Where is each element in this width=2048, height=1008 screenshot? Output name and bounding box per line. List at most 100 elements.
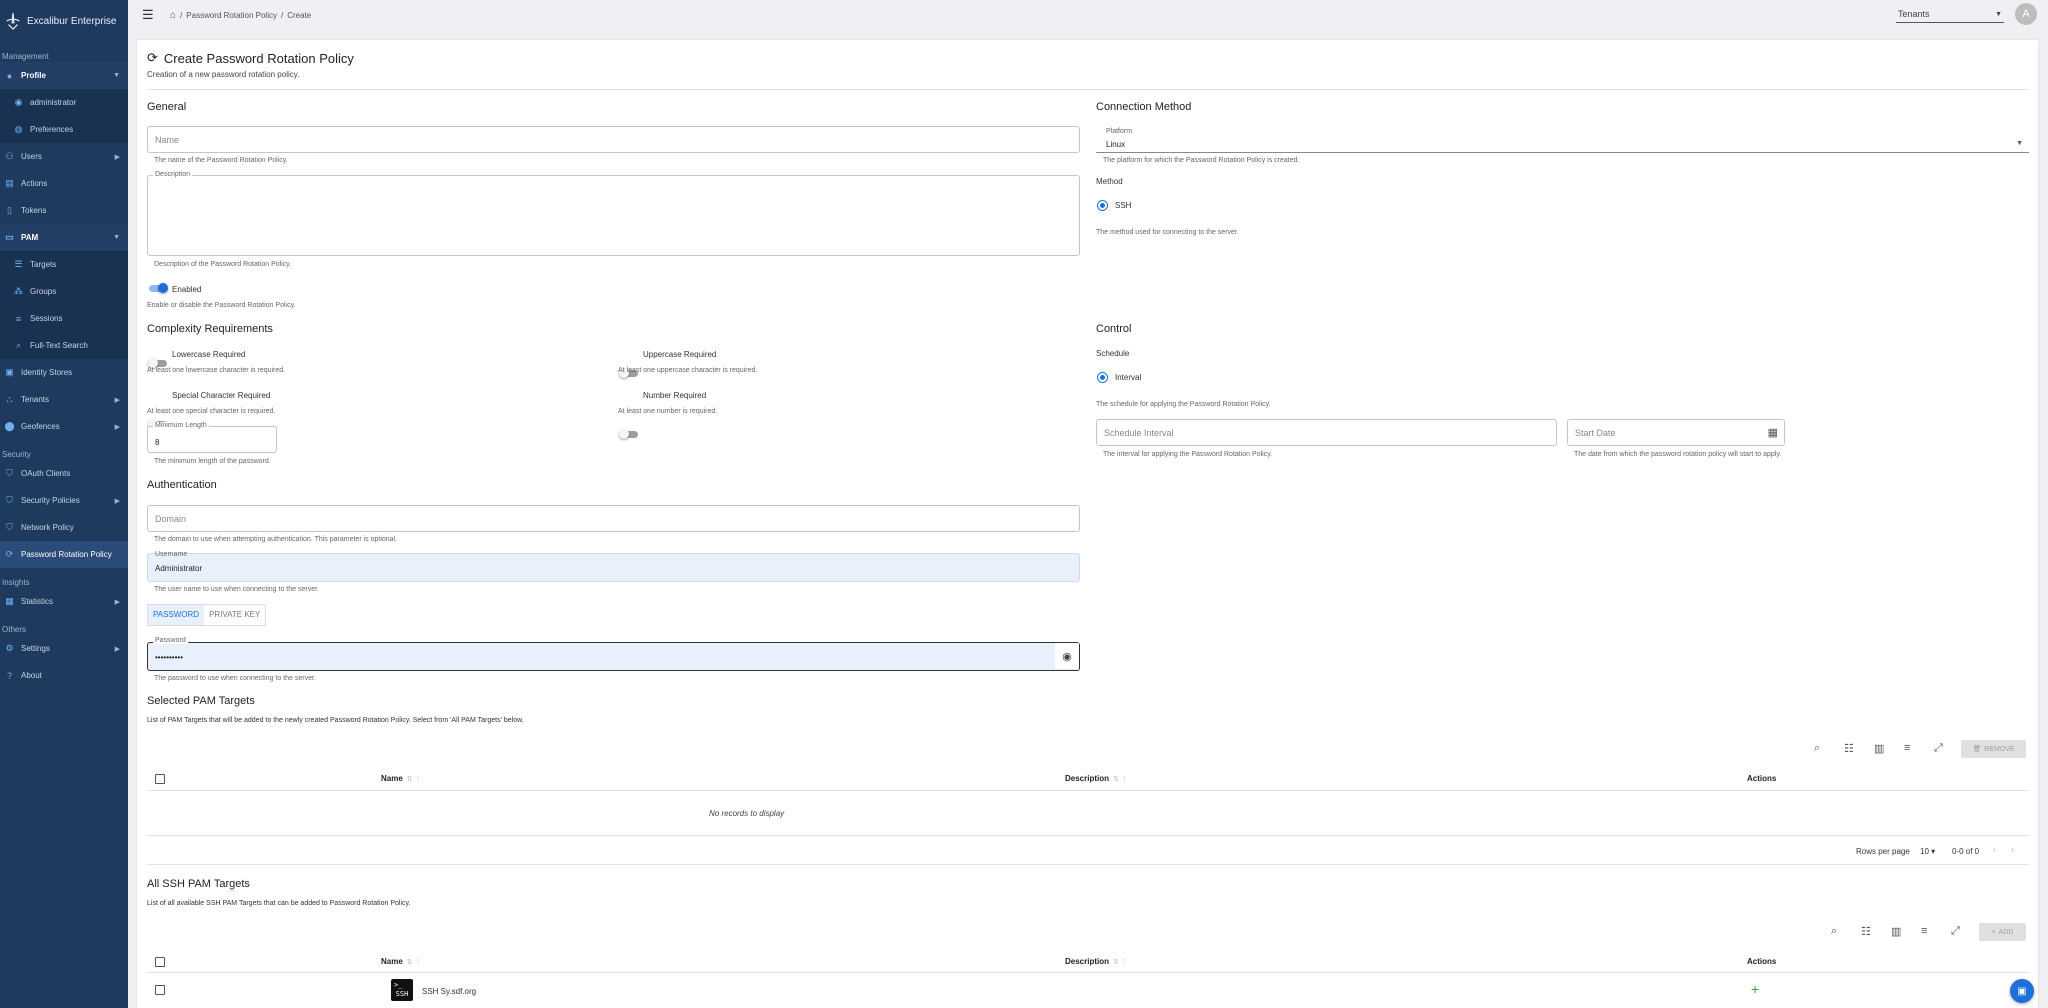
add-row-icon[interactable]: + <box>1751 981 1759 997</box>
description-textarea[interactable]: Description <box>147 171 1080 256</box>
menu-icon[interactable]: ☰ <box>142 7 154 23</box>
sidebar-item-tokens[interactable]: ▯ Tokens <box>0 197 128 224</box>
filter-icon[interactable]: ☷ <box>1861 925 1871 938</box>
password-input[interactable]: Password •••••••••• ◉ <box>147 637 1080 671</box>
sidebar-item-settings[interactable]: ⚙ Settings ▶ <box>0 635 128 662</box>
tab-private-key[interactable]: PRIVATE KEY <box>204 605 265 625</box>
shield-icon: ⛉ <box>6 495 13 505</box>
schedule-interval-input[interactable]: Schedule Interval <box>1096 419 1557 446</box>
search-icon[interactable]: ⌕ <box>1831 925 1837 938</box>
enabled-helper: Enable or disable the Password Rotation … <box>147 302 296 309</box>
column-description[interactable]: Description ⇅ ⋮ <box>1065 957 1128 966</box>
method-ssh-radio[interactable] <box>1097 200 1108 211</box>
row-checkbox[interactable] <box>155 985 165 995</box>
density-icon[interactable]: ≡ <box>1921 925 1927 937</box>
lowercase-label: Lowercase Required <box>172 350 246 359</box>
next-page-icon[interactable]: › <box>2011 845 2014 854</box>
fullscreen-icon[interactable]: ⤢ <box>1951 925 1960 938</box>
section-others: Others <box>2 625 27 634</box>
sort-icon[interactable]: ⇅ ⋮ <box>1113 958 1128 966</box>
user-icon: ◉ <box>14 97 23 107</box>
select-all-checkbox[interactable] <box>155 957 165 967</box>
sidebar-item-pam[interactable]: ▭ PAM ▼ <box>0 224 128 251</box>
sidebar-item-full-text-search[interactable]: ⌕ Full-Text Search <box>0 332 128 359</box>
chevron-right-icon: ▶ <box>114 645 120 653</box>
sort-icon[interactable]: ⇅ ⋮ <box>1113 775 1128 783</box>
rows-per-page-select[interactable]: 10 ▾ <box>1920 847 1935 856</box>
brand[interactable]: Excalibur Enterprise <box>0 0 128 42</box>
tab-password[interactable]: PASSWORD <box>148 605 205 625</box>
sidebar-item-profile[interactable]: ● Profile ▼ <box>0 62 128 89</box>
sidebar-item-geofences[interactable]: ⬤ Geofences ▶ <box>0 413 128 440</box>
save-fab-button[interactable]: ▣ <box>2010 979 2034 1003</box>
sidebar-item-groups[interactable]: ⁂ Groups <box>0 278 128 305</box>
sort-icon[interactable]: ⇅ ⋮ <box>407 775 422 783</box>
platform-helper: The platform for which the Password Rota… <box>1103 157 1300 164</box>
uppercase-helper: At least one uppercase character is requ… <box>618 367 758 374</box>
sort-icon[interactable]: ⇅ ⋮ <box>407 958 422 966</box>
username-helper: The user name to use when connecting to … <box>154 586 319 593</box>
sidebar-item-oauth-clients[interactable]: ⛉ OAuth Clients <box>0 460 128 487</box>
add-button[interactable]: + ADD <box>1979 923 2026 941</box>
column-description[interactable]: Description ⇅ ⋮ <box>1065 774 1128 783</box>
auth-heading: Authentication <box>147 479 217 491</box>
auth-tabs: PASSWORD PRIVATE KEY <box>147 604 267 626</box>
avatar[interactable]: A <box>2015 3 2037 25</box>
pagination-range: 0-0 of 0 <box>1952 847 1980 856</box>
domain-input[interactable]: Domain <box>147 505 1080 532</box>
sidebar-item-administrator[interactable]: ◉ administrator <box>0 89 128 116</box>
column-name[interactable]: Name ⇅ ⋮ <box>381 957 422 966</box>
sidebar-item-preferences[interactable]: ◍ Preferences <box>0 116 128 143</box>
control-heading: Control <box>1096 323 1132 335</box>
rotation-icon: ⟳ <box>5 549 14 559</box>
search-text-icon: ⌕ <box>15 340 22 350</box>
sidebar-item-users[interactable]: ⚇ Users ▶ <box>0 143 128 170</box>
sidebar-item-tenants[interactable]: ⛬ Tenants ▶ <box>0 386 128 413</box>
schedule-label: Schedule <box>1096 349 1130 358</box>
column-name[interactable]: Name ⇅ ⋮ <box>381 774 422 783</box>
density-icon[interactable]: ≡ <box>1904 742 1910 754</box>
fullscreen-icon[interactable]: ⤢ <box>1934 742 1943 755</box>
sidebar-item-about[interactable]: ? About <box>0 662 128 689</box>
group-icon: ⁂ <box>14 286 23 296</box>
sidebar: Excalibur Enterprise Management ● Profile… <box>0 0 128 1008</box>
platform-select[interactable]: Platform Linux ▼ <box>1096 126 2029 153</box>
breadcrumb-policy[interactable]: Password Rotation Policy <box>186 11 277 20</box>
sidebar-item-identity-stores[interactable]: ▣ Identity Stores <box>0 359 128 386</box>
sidebar-item-targets[interactable]: ☰ Targets <box>0 251 128 278</box>
min-length-input[interactable]: Minimum Length 8 <box>147 422 277 453</box>
table-row[interactable]: >_ SSH SSH Sy.sdf.org + <box>147 973 2029 1008</box>
special-label: Special Character Required <box>172 391 271 400</box>
name-input[interactable]: Name <box>147 126 1080 153</box>
remove-button[interactable]: 🗑 REMOVE <box>1961 740 2026 758</box>
home-icon[interactable]: ⌂ <box>170 10 176 21</box>
sidebar-item-network-policy[interactable]: ⛉ Network Policy <box>0 514 128 541</box>
columns-icon[interactable]: ▥ <box>1874 742 1884 755</box>
calendar-icon[interactable]: ▦ <box>1768 426 1778 439</box>
enabled-toggle[interactable] <box>148 283 168 293</box>
search-icon[interactable]: ⌕ <box>1814 742 1820 755</box>
sidebar-item-statistics[interactable]: ▦ Statistics ▶ <box>0 588 128 615</box>
enabled-label: Enabled <box>172 285 202 294</box>
number-toggle[interactable] <box>619 429 639 439</box>
prev-page-icon[interactable]: ‹ <box>1993 845 1996 854</box>
tenants-icon: ⛬ <box>6 394 13 404</box>
chart-icon: ▦ <box>5 596 14 606</box>
schedule-interval-radio[interactable] <box>1097 372 1108 383</box>
sidebar-item-sessions[interactable]: ≡ Sessions <box>0 305 128 332</box>
sidebar-item-password-rotation-policy[interactable]: ⟳ Password Rotation Policy <box>0 541 128 568</box>
column-actions: Actions <box>1747 957 1777 966</box>
rotation-icon: ⟳ <box>147 50 158 65</box>
sidebar-item-security-policies[interactable]: ⛉ Security Policies ▶ <box>0 487 128 514</box>
method-label: Method <box>1096 177 1123 186</box>
username-input[interactable]: Username Administrator <box>147 551 1080 582</box>
sidebar-item-actions[interactable]: ▤ Actions <box>0 170 128 197</box>
tenant-select[interactable]: Tenants ▼ <box>1896 9 2004 23</box>
columns-icon[interactable]: ▥ <box>1891 925 1901 938</box>
start-date-input[interactable]: Start Date ▦ <box>1567 419 1785 446</box>
filter-icon[interactable]: ☷ <box>1844 742 1854 755</box>
network-shield-icon: ⛉ <box>6 522 13 532</box>
eye-icon[interactable]: ◉ <box>1055 643 1079 669</box>
select-all-checkbox[interactable] <box>155 774 165 784</box>
brand-name: Excalibur Enterprise <box>27 15 117 27</box>
